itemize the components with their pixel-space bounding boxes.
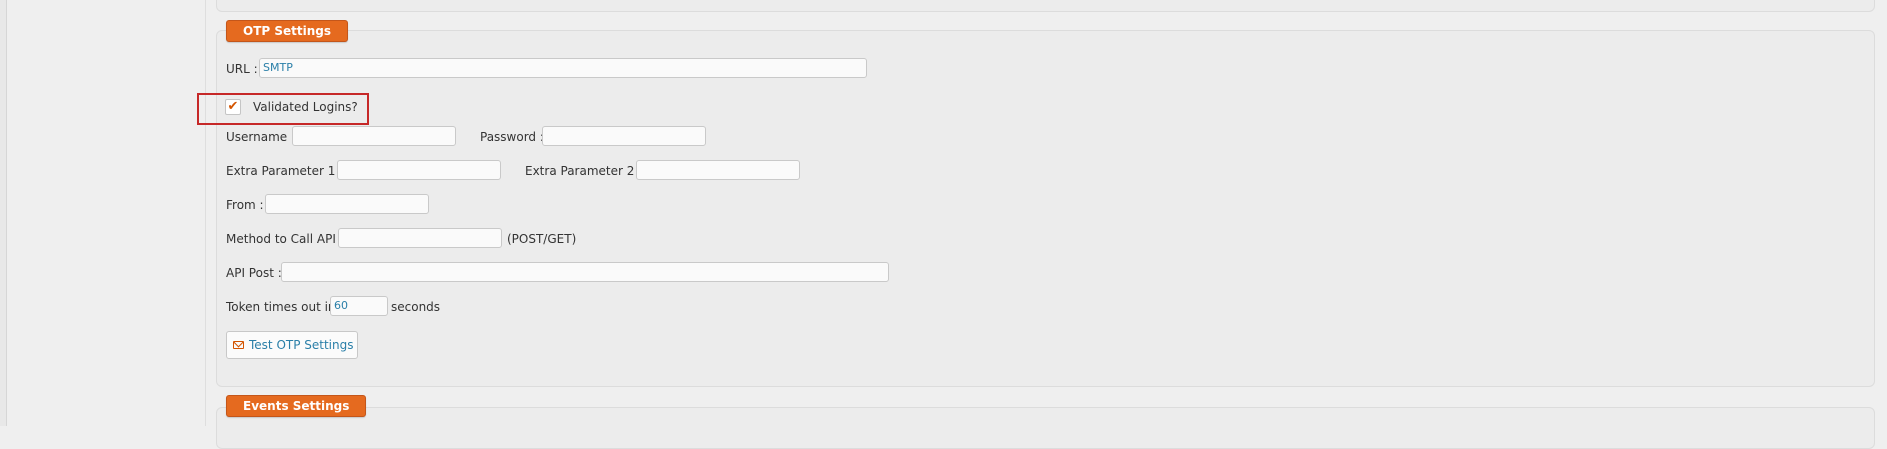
otp-settings-panel: [216, 30, 1875, 387]
events-settings-title: Events Settings: [226, 395, 367, 417]
nav-gutter: [7, 0, 206, 426]
token-timeout-input[interactable]: 60: [330, 296, 388, 316]
validated-logins-label: Validated Logins?: [253, 100, 358, 114]
method-label: Method to Call API :: [226, 232, 344, 246]
otp-settings-title: OTP Settings: [226, 20, 349, 42]
from-input[interactable]: [265, 194, 429, 214]
envelope-icon: [233, 341, 244, 349]
validated-logins-checkbox[interactable]: ✔: [225, 99, 241, 115]
extra-parameter-1-label: Extra Parameter 1 :: [226, 164, 344, 178]
api-post-input[interactable]: [281, 262, 889, 282]
extra-parameter-2-input[interactable]: [636, 160, 800, 180]
token-timeout-unit: seconds: [391, 300, 441, 314]
username-label: Username :: [226, 130, 296, 144]
left-rail: [0, 0, 7, 426]
events-settings-panel: [216, 407, 1875, 449]
extra-parameter-1-input[interactable]: [337, 160, 501, 180]
test-otp-settings-button[interactable]: Test OTP Settings: [226, 331, 358, 359]
url-input[interactable]: SMTP: [259, 58, 867, 78]
method-input[interactable]: [338, 228, 502, 248]
password-input[interactable]: [542, 126, 706, 146]
password-label: Password :: [480, 130, 544, 144]
from-label: From :: [226, 198, 264, 212]
checkmark-icon: ✔: [227, 99, 239, 114]
method-hint: (POST/GET): [507, 232, 577, 246]
previous-section-panel: [216, 0, 1875, 12]
url-label: URL :: [226, 62, 258, 76]
test-otp-settings-label: Test OTP Settings: [249, 338, 354, 352]
extra-parameter-2-label: Extra Parameter 2 :: [525, 164, 643, 178]
username-input[interactable]: [292, 126, 456, 146]
api-post-label: API Post :: [226, 266, 282, 280]
token-timeout-label: Token times out in: [226, 300, 336, 314]
